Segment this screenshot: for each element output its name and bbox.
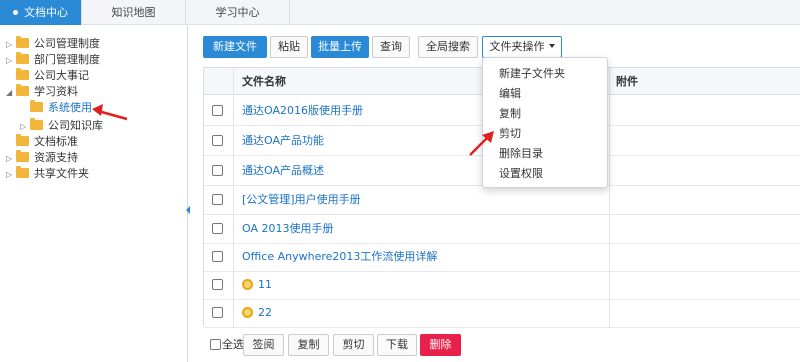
caret-right-icon[interactable]: ▷ <box>20 119 30 135</box>
panel-collapse-handle[interactable] <box>186 206 190 214</box>
tree-item-doc-standards[interactable]: 文档标准 <box>16 134 78 150</box>
folder-icon <box>16 84 29 96</box>
checkbox-icon <box>210 338 221 350</box>
tree-item-shared-folder[interactable]: ▷ 共享文件夹 <box>6 166 89 182</box>
tree-item-study-materials[interactable]: ◢ 学习资料 <box>6 84 78 100</box>
column-header-file-name[interactable]: 文件名称 <box>242 68 286 95</box>
row-checkbox[interactable] <box>212 194 223 205</box>
menu-item-edit[interactable]: 编辑 <box>499 85 521 103</box>
row-checkbox[interactable] <box>212 223 223 234</box>
table-row[interactable]: [公文管理]用户使用手册 <box>204 185 800 215</box>
caret-right-icon[interactable]: ▷ <box>6 37 16 53</box>
dropdown-caret-icon <box>548 44 555 48</box>
select-all-checkbox[interactable]: 全选 <box>210 337 244 353</box>
tab-learning-center[interactable]: 学习中心 <box>186 0 290 25</box>
tree-item-dept-rules[interactable]: ▷ 部门管理制度 <box>6 52 100 68</box>
folder-ops-menu: 新建子文件夹 编辑 复制 剪切 删除目录 设置权限 <box>482 57 608 188</box>
folder-icon <box>16 68 29 80</box>
folder-icon <box>16 36 29 48</box>
delete-button[interactable]: 删除 <box>420 334 461 356</box>
cut-button[interactable]: 剪切 <box>333 334 374 356</box>
menu-item-cut[interactable]: 剪切 <box>499 125 521 143</box>
folder-icon <box>16 134 29 146</box>
row-checkbox[interactable] <box>212 135 223 146</box>
table-row[interactable]: OA 2013使用手册 <box>204 214 800 244</box>
caret-right-icon[interactable]: ▷ <box>6 53 16 69</box>
tab-knowledge-map[interactable]: 知识地图 <box>82 0 186 25</box>
row-checkbox[interactable] <box>212 165 223 176</box>
active-dot-icon <box>13 9 18 15</box>
global-search-button[interactable]: 全局搜索 <box>418 36 478 58</box>
batch-upload-button[interactable]: 批量上传 <box>311 36 369 58</box>
row-checkbox[interactable] <box>212 279 223 290</box>
file-link[interactable]: OA 2013使用手册 <box>242 214 333 243</box>
menu-item-new-subfolder[interactable]: 新建子文件夹 <box>499 65 565 83</box>
row-checkbox[interactable] <box>212 105 223 116</box>
table-row[interactable]: 22 <box>204 298 800 328</box>
menu-item-copy[interactable]: 复制 <box>499 105 521 123</box>
folder-icon <box>16 150 29 162</box>
copy-button[interactable]: 复制 <box>288 334 329 356</box>
file-link[interactable]: 通达OA产品功能 <box>242 126 324 155</box>
file-link[interactable]: 通达OA产品概述 <box>242 156 324 185</box>
folder-icon <box>30 100 43 112</box>
sign-read-button[interactable]: 签阅 <box>243 334 284 356</box>
annotation-arrow-icon <box>469 131 494 156</box>
column-header-attachment[interactable]: 附件 <box>616 68 638 95</box>
download-button[interactable]: 下载 <box>377 334 417 356</box>
tree-item-company-rules[interactable]: ▷ 公司管理制度 <box>6 36 100 52</box>
table-row[interactable]: Office Anywhere2013工作流使用详解 <box>204 242 800 272</box>
menu-item-set-permissions[interactable]: 设置权限 <box>499 165 543 183</box>
query-button[interactable]: 查询 <box>372 36 410 58</box>
row-checkbox[interactable] <box>212 251 223 262</box>
file-link[interactable]: 通达OA2016版使用手册 <box>242 96 363 125</box>
tree-item-system-usage[interactable]: 系统使用 <box>30 100 92 116</box>
folder-tree: ▷ 公司管理制度 ▷ 部门管理制度 公司大事记 ◢ 学习资料 系统使用 ▷ 公司知识库 … <box>0 26 188 362</box>
document-status-icon <box>242 278 253 290</box>
tree-item-resources[interactable]: ▷ 资源支持 <box>6 150 78 166</box>
annotation-arrow-icon <box>92 104 128 121</box>
tab-document-center[interactable]: 文档中心 <box>0 0 82 25</box>
caret-right-icon[interactable]: ▷ <box>6 151 16 167</box>
menu-item-delete-directory[interactable]: 删除目录 <box>499 145 543 163</box>
file-link[interactable]: 11 <box>242 270 272 299</box>
tree-item-company-events[interactable]: 公司大事记 <box>16 68 89 84</box>
top-tab-bar: 文档中心 知识地图 学习中心 <box>0 0 800 25</box>
document-status-icon <box>242 306 253 318</box>
table-row[interactable]: 11 <box>204 270 800 300</box>
paste-button[interactable]: 粘贴 <box>270 36 308 58</box>
folder-ops-dropdown[interactable]: 文件夹操作 <box>482 36 562 58</box>
folder-icon <box>16 52 29 64</box>
file-link[interactable]: [公文管理]用户使用手册 <box>242 185 361 214</box>
file-link[interactable]: 22 <box>242 298 272 327</box>
caret-down-icon[interactable]: ◢ <box>6 85 16 101</box>
row-checkbox[interactable] <box>212 307 223 318</box>
file-link[interactable]: Office Anywhere2013工作流使用详解 <box>242 242 437 271</box>
new-file-button[interactable]: 新建文件 <box>203 36 267 58</box>
caret-right-icon[interactable]: ▷ <box>6 167 16 183</box>
folder-icon <box>30 118 43 130</box>
folder-icon <box>16 166 29 178</box>
